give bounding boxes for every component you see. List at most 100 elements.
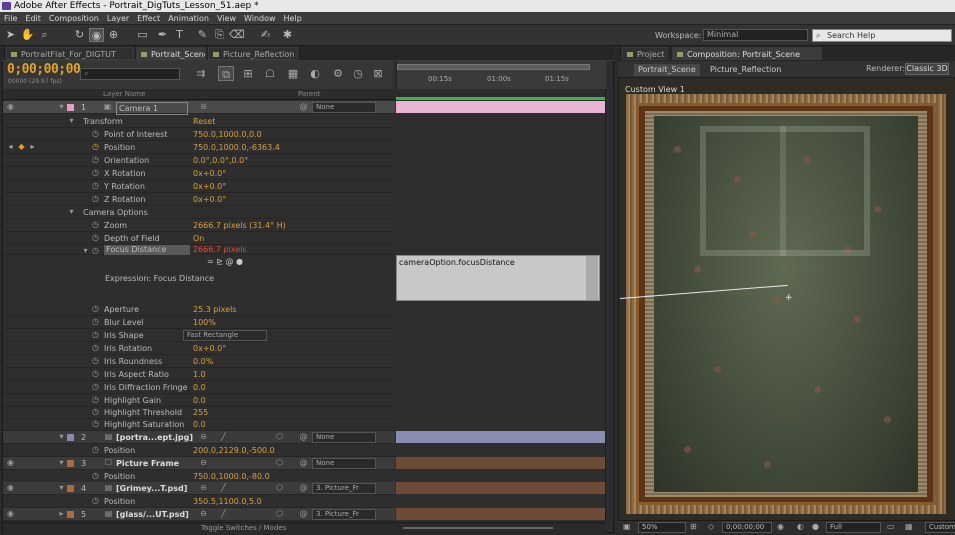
always-preview-icon[interactable]: ▣ [623,522,631,531]
switch-icon[interactable]: ⊖ [199,103,208,111]
frame-blending-icon[interactable]: ▦ [285,66,301,81]
channel-icon[interactable]: ◐ [797,522,804,531]
twirl-icon[interactable]: ▾ [57,433,66,441]
twirl-icon[interactable]: ▾ [57,484,66,492]
expression-field[interactable]: cameraOption.focusDistance [396,255,600,301]
stopwatch-icon[interactable]: ◷ [91,497,100,505]
stopwatch-icon[interactable]: ◷ [91,130,100,138]
stopwatch-icon[interactable]: ◷ [91,357,100,365]
selection-tool-icon[interactable]: ➤ [3,28,18,42]
layer-row-glass[interactable]: ◉ ▸ 5 ▤ [glass/...UT.psd] ⊖ ╱ ⬡ @3. Picture_… [3,508,395,521]
stopwatch-icon[interactable]: ◷ [91,370,100,378]
pickwhip-icon[interactable]: @ [299,459,308,467]
layer-name[interactable]: Picture Frame [116,457,179,470]
layer-row-camera[interactable]: ◉ ▾ 1 ▣ Camera 1 ⊖ @ None [3,101,395,115]
layer-name[interactable]: [portra...ept.jpg] [116,431,193,444]
graph-editor-icon[interactable]: ⊠ [370,66,386,81]
twirl-icon[interactable]: ▾ [57,103,66,111]
current-time-display[interactable]: 0;00;00;00 [7,62,81,77]
label-color[interactable] [67,511,74,518]
region-of-interest-icon[interactable]: ▭ [887,522,895,531]
layer-bar-portrait[interactable] [396,431,606,443]
crumb-portrait-scene[interactable]: Portrait_Scene [634,64,700,76]
transparency-grid-icon[interactable]: ▦ [905,522,913,531]
layer-row-portrait[interactable]: ▾ 2 ▤ [portra...ept.jpg] ⊖ ╱ ⬡ @ None [3,431,395,444]
expression-scrollbar[interactable] [586,256,598,300]
pickwhip-icon[interactable]: @ [299,433,308,441]
safe-zones-icon[interactable]: ⊞ [690,522,697,531]
pan-behind-tool-icon[interactable]: ⊕ [106,28,121,42]
parent-select[interactable]: 3. Picture_Fr [312,483,376,494]
snapshot-icon[interactable]: ◉ [777,522,784,531]
layer-row-picture-frame[interactable]: ◉ ▾ 3 ☐ Picture Frame ⊖ ⬡ @ None [3,457,395,470]
property-group-camera-options[interactable]: ▾ Camera Options [3,206,395,219]
workspace-select[interactable]: Minimal [703,29,808,41]
stopwatch-icon[interactable]: ◷ [91,305,100,313]
stopwatch-icon[interactable]: ◷ [91,318,100,326]
mask-visibility-icon[interactable]: ◇ [708,522,714,531]
stopwatch-icon[interactable]: ◷ [91,247,100,255]
twirl-icon[interactable]: ▾ [67,208,76,216]
search-help-input[interactable]: ⌕ Search Help [812,29,952,42]
3d-layer-icon[interactable]: ⬡ [275,459,284,467]
stopwatch-icon[interactable]: ◷ [91,408,100,416]
switch-icon[interactable]: ⊖ [199,459,208,467]
eye-icon[interactable]: ◉ [6,103,15,111]
stopwatch-icon[interactable]: ◷ [91,234,100,242]
brush-tool-icon[interactable]: ✎ [195,28,210,42]
stopwatch-icon[interactable]: ◷ [91,446,100,454]
stopwatch-icon[interactable]: ◷ [91,182,100,190]
stopwatch-icon[interactable]: ◷ [91,195,100,203]
stopwatch-icon[interactable]: ◷ [91,169,100,177]
brainstorm-icon[interactable]: ⚙ [330,66,346,81]
comp-mini-flowchart-icon[interactable]: ⇉ [193,66,209,81]
parent-select[interactable]: None [312,458,376,469]
pickwhip-icon[interactable]: @ [299,510,308,518]
tab-project[interactable]: Project [622,47,668,60]
eye-icon[interactable]: ◉ [6,510,15,518]
type-tool-icon[interactable]: T [172,28,187,42]
stopwatch-icon[interactable]: ◷ [91,331,100,339]
label-color[interactable] [67,434,74,441]
menu-view[interactable]: View [213,12,240,25]
twirl-icon[interactable]: ▾ [81,247,90,255]
expression-enable-icon[interactable]: = [207,257,214,266]
switch-icon[interactable]: ⊖ [199,510,208,518]
stopwatch-icon[interactable]: ◷ [91,344,100,352]
twirl-icon[interactable]: ▾ [57,459,66,467]
quality-icon[interactable]: ╱ [219,433,228,441]
3d-layer-icon[interactable]: ⬡ [275,433,284,441]
camera-point-icon[interactable]: + [785,293,793,303]
graph-icon[interactable]: ⊵ [216,257,223,266]
keyframe-nav-icon[interactable]: ◂ [6,143,15,151]
magnification-select[interactable]: 50% [638,522,686,533]
pen-tool-icon[interactable]: ✒ [155,28,170,42]
3d-layer-icon[interactable]: ⬡ [275,510,284,518]
work-area-bar[interactable] [397,64,590,70]
puppet-pin-icon[interactable]: ✱ [280,28,295,42]
zoom-tool-icon[interactable]: ⌕ [37,28,52,42]
pickwhip-icon[interactable]: @ [299,484,308,492]
stopwatch-icon[interactable]: ◷ [91,383,100,391]
toggle-switches-button[interactable]: Toggle Switches / Modes [201,524,286,532]
layer-row-grimey[interactable]: ◉ ▾ 4 ▤ [Grimey...T.psd] ⊖ ╱ ⬡ @3. Picture_F… [3,482,395,495]
switch-icon[interactable]: ⊖ [199,433,208,441]
timeline-scrollbar[interactable] [605,89,613,521]
layer-name[interactable]: Camera 1 [116,102,188,115]
label-color[interactable] [67,460,74,467]
quality-icon[interactable]: ╱ [219,510,228,518]
menu-file[interactable]: File [0,12,21,25]
layer-name-header[interactable]: Layer Name [103,90,145,98]
timeline-search-input[interactable]: ⌕ [80,68,180,80]
parent-header[interactable]: Parent [298,90,320,98]
pickwhip-icon[interactable]: @ [299,103,308,111]
hand-tool-icon[interactable]: ✋ [20,28,35,42]
parent-select[interactable]: None [312,432,376,443]
quality-icon[interactable]: ╱ [219,484,228,492]
keyframe-nav-icon[interactable]: ▸ [28,143,37,151]
layer-name[interactable]: [glass/...UT.psd] [116,508,189,521]
zoom-slider[interactable] [403,527,553,529]
rectangle-tool-icon[interactable]: ▭ [135,28,150,42]
menu-composition[interactable]: Composition [45,12,103,25]
eye-icon[interactable]: ◉ [6,459,15,467]
